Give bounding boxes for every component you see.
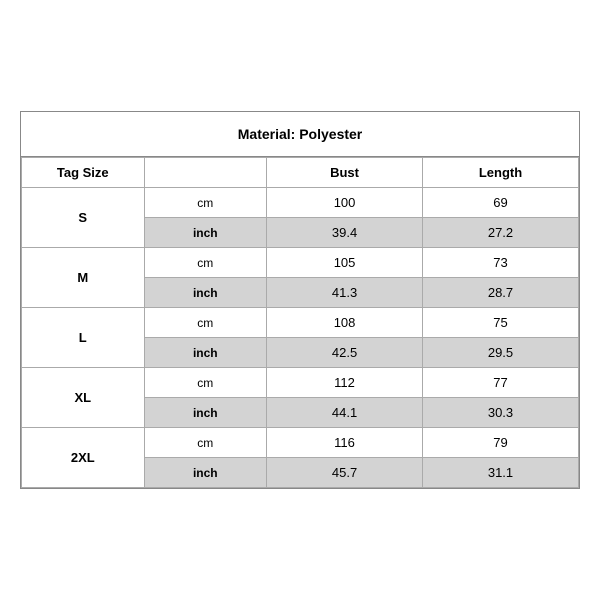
cm-unit-cell: cm bbox=[144, 248, 267, 278]
cm-unit-cell: cm bbox=[144, 308, 267, 338]
size-cell: L bbox=[22, 308, 145, 368]
inch-length-cell: 29.5 bbox=[423, 338, 579, 368]
table-row: Scm10069 bbox=[22, 188, 579, 218]
inch-bust-cell: 42.5 bbox=[267, 338, 423, 368]
cm-length-cell: 75 bbox=[423, 308, 579, 338]
table-row: Mcm10573 bbox=[22, 248, 579, 278]
tag-size-header: Tag Size bbox=[22, 158, 145, 188]
inch-unit-cell: inch bbox=[144, 218, 267, 248]
cm-unit-cell: cm bbox=[144, 188, 267, 218]
table-row: 2XLcm11679 bbox=[22, 428, 579, 458]
cm-bust-cell: 112 bbox=[267, 368, 423, 398]
cm-length-cell: 69 bbox=[423, 188, 579, 218]
cm-bust-cell: 116 bbox=[267, 428, 423, 458]
table-row: XLcm11277 bbox=[22, 368, 579, 398]
inch-length-cell: 30.3 bbox=[423, 398, 579, 428]
table-header-row: Tag Size Bust Length bbox=[22, 158, 579, 188]
cm-length-cell: 77 bbox=[423, 368, 579, 398]
table-body: Scm10069inch39.427.2Mcm10573inch41.328.7… bbox=[22, 188, 579, 488]
inch-unit-cell: inch bbox=[144, 278, 267, 308]
cm-bust-cell: 108 bbox=[267, 308, 423, 338]
cm-unit-cell: cm bbox=[144, 368, 267, 398]
size-table: Tag Size Bust Length Scm10069inch39.427.… bbox=[21, 157, 579, 488]
cm-length-cell: 73 bbox=[423, 248, 579, 278]
table-row: Lcm10875 bbox=[22, 308, 579, 338]
inch-bust-cell: 41.3 bbox=[267, 278, 423, 308]
cm-bust-cell: 100 bbox=[267, 188, 423, 218]
length-header: Length bbox=[423, 158, 579, 188]
inch-bust-cell: 39.4 bbox=[267, 218, 423, 248]
inch-unit-cell: inch bbox=[144, 458, 267, 488]
size-cell: M bbox=[22, 248, 145, 308]
chart-title: Material: Polyester bbox=[21, 112, 579, 157]
inch-length-cell: 27.2 bbox=[423, 218, 579, 248]
size-chart-container: Material: Polyester Tag Size Bust Length… bbox=[20, 111, 580, 489]
inch-bust-cell: 44.1 bbox=[267, 398, 423, 428]
inch-bust-cell: 45.7 bbox=[267, 458, 423, 488]
unit-header-empty bbox=[144, 158, 267, 188]
size-cell: S bbox=[22, 188, 145, 248]
size-cell: XL bbox=[22, 368, 145, 428]
inch-length-cell: 28.7 bbox=[423, 278, 579, 308]
size-cell: 2XL bbox=[22, 428, 145, 488]
inch-unit-cell: inch bbox=[144, 338, 267, 368]
bust-header: Bust bbox=[267, 158, 423, 188]
cm-bust-cell: 105 bbox=[267, 248, 423, 278]
inch-length-cell: 31.1 bbox=[423, 458, 579, 488]
cm-length-cell: 79 bbox=[423, 428, 579, 458]
inch-unit-cell: inch bbox=[144, 398, 267, 428]
cm-unit-cell: cm bbox=[144, 428, 267, 458]
